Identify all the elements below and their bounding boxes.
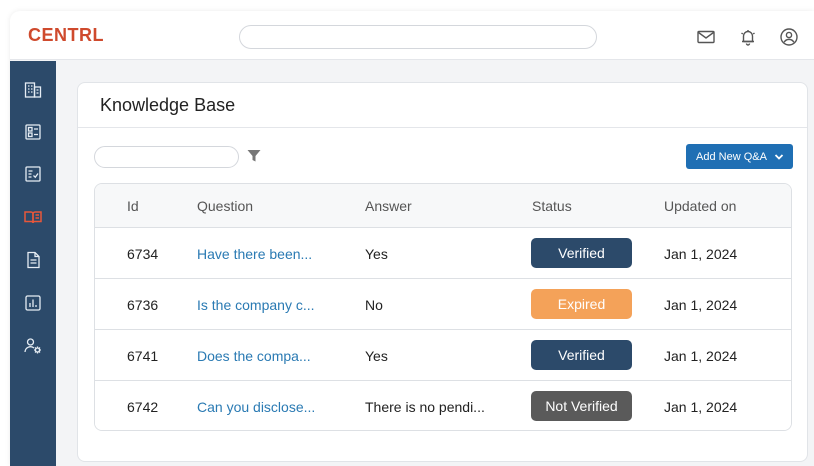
add-new-qa-button[interactable]: Add New Q&A bbox=[686, 144, 793, 169]
bar-chart-icon bbox=[25, 295, 41, 311]
add-new-qa-label: Add New Q&A bbox=[696, 150, 767, 163]
document-icon bbox=[27, 251, 40, 269]
header-updated-on[interactable]: Updated on bbox=[664, 198, 736, 214]
row-answer: Yes bbox=[365, 348, 388, 364]
status-badge: Verified bbox=[531, 340, 632, 370]
header-question[interactable]: Question bbox=[197, 198, 253, 214]
header-id[interactable]: Id bbox=[127, 198, 139, 214]
user-settings-icon bbox=[24, 338, 41, 354]
table-row[interactable]: 6734 Have there been... Yes Verified Jan… bbox=[95, 228, 791, 279]
sidebar-item-user-settings[interactable] bbox=[20, 333, 46, 359]
mail-icon[interactable] bbox=[695, 26, 717, 48]
row-question-link[interactable]: Is the company c... bbox=[197, 297, 315, 313]
knowledge-base-search-input[interactable] bbox=[94, 146, 239, 168]
row-question-link[interactable]: Does the compa... bbox=[197, 348, 311, 364]
sidebar bbox=[10, 61, 56, 466]
status-badge: Expired bbox=[531, 289, 632, 319]
row-updated-on: Jan 1, 2024 bbox=[664, 246, 738, 262]
sidebar-item-dashboard[interactable] bbox=[20, 119, 46, 145]
open-book-icon bbox=[24, 211, 42, 224]
chevron-down-icon bbox=[774, 154, 784, 160]
sidebar-item-checklist[interactable] bbox=[20, 161, 46, 187]
knowledge-base-panel: Knowledge Base Add New Q&A Id Question A… bbox=[77, 82, 808, 462]
user-icon[interactable] bbox=[778, 26, 800, 48]
filter-icon[interactable] bbox=[246, 148, 262, 164]
table-row[interactable]: 6736 Is the company c... No Expired Jan … bbox=[95, 279, 791, 330]
divider bbox=[78, 127, 807, 128]
row-id: 6734 bbox=[127, 246, 159, 262]
page-title: Knowledge Base bbox=[100, 95, 236, 115]
row-question-link[interactable]: Can you disclose... bbox=[197, 399, 315, 415]
row-id: 6742 bbox=[127, 399, 159, 415]
header-status[interactable]: Status bbox=[532, 198, 572, 214]
row-question-link[interactable]: Have there been... bbox=[197, 246, 312, 262]
qa-table: Id Question Answer Status Updated on 673… bbox=[94, 183, 792, 431]
status-badge: Verified bbox=[531, 238, 632, 268]
table-row[interactable]: 6741 Does the compa... Yes Verified Jan … bbox=[95, 330, 791, 381]
app-window: CENTRL Knowledge Base Add New Q&A Id Que… bbox=[10, 11, 814, 466]
table-header: Id Question Answer Status Updated on bbox=[95, 184, 791, 228]
bell-icon[interactable] bbox=[737, 26, 759, 48]
row-answer: No bbox=[365, 297, 383, 313]
global-search-input[interactable] bbox=[239, 25, 597, 49]
sidebar-item-knowledge-base[interactable] bbox=[20, 204, 46, 230]
dashboard-icon bbox=[25, 124, 41, 140]
sidebar-item-reports[interactable] bbox=[20, 290, 46, 316]
sidebar-item-document[interactable] bbox=[20, 247, 46, 273]
row-answer: There is no pendi... bbox=[365, 399, 485, 415]
checklist-icon bbox=[25, 166, 41, 182]
table-row[interactable]: 6742 Can you disclose... There is no pen… bbox=[95, 381, 791, 430]
app-logo[interactable]: CENTRL bbox=[28, 25, 104, 46]
header-answer[interactable]: Answer bbox=[365, 198, 412, 214]
row-id: 6741 bbox=[127, 348, 159, 364]
buildings-icon bbox=[24, 82, 42, 98]
status-badge: Not Verified bbox=[531, 391, 632, 421]
row-id: 6736 bbox=[127, 297, 159, 313]
top-bar: CENTRL bbox=[10, 11, 814, 60]
row-updated-on: Jan 1, 2024 bbox=[664, 297, 738, 313]
sidebar-item-buildings[interactable] bbox=[20, 77, 46, 103]
row-answer: Yes bbox=[365, 246, 388, 262]
row-updated-on: Jan 1, 2024 bbox=[664, 348, 738, 364]
row-updated-on: Jan 1, 2024 bbox=[664, 399, 738, 415]
